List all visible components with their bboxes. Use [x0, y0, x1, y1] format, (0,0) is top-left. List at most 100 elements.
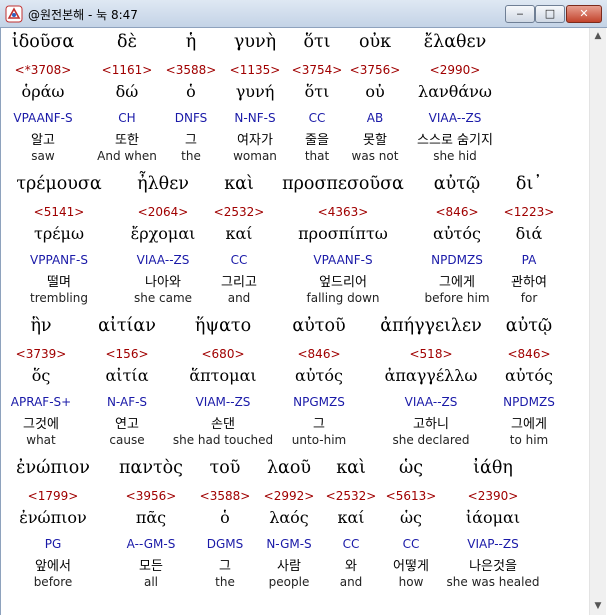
- strong-number[interactable]: <3739>: [16, 347, 67, 361]
- greek-word[interactable]: τρέμουσα: [16, 174, 101, 194]
- strong-number[interactable]: <2992>: [264, 489, 315, 503]
- strong-number[interactable]: <3588>: [200, 489, 251, 503]
- parsing-code: N-GM-S: [266, 537, 312, 551]
- korean-gloss: 그: [219, 559, 231, 574]
- parsing-code: NPDMZS: [431, 253, 483, 267]
- close-button[interactable]: ✕: [566, 5, 602, 23]
- english-gloss: to him: [509, 433, 549, 447]
- greek-word[interactable]: ἀπήγγειλεν: [380, 316, 481, 336]
- greek-word[interactable]: αὐτῷ: [434, 174, 480, 194]
- window-title: @원전본해 - 눅 8:47: [28, 8, 138, 22]
- lexical-form: τρέμω: [34, 224, 84, 243]
- greek-word[interactable]: ἐνώπιον: [16, 458, 90, 478]
- strong-number[interactable]: <1161>: [102, 63, 153, 77]
- strong-number[interactable]: <156>: [105, 347, 148, 361]
- strong-number[interactable]: <*3708>: [15, 63, 72, 77]
- greek-word[interactable]: ἦλθεν: [137, 174, 189, 194]
- greek-word[interactable]: ὅτι: [303, 32, 330, 52]
- greek-word[interactable]: ἰδοῦσα: [12, 32, 74, 52]
- parsing-code: VPAANF-S: [13, 111, 73, 125]
- parsing-code: VIAA--ZS: [404, 395, 458, 409]
- strong-number[interactable]: <846>: [507, 347, 550, 361]
- strong-number[interactable]: <846>: [297, 347, 340, 361]
- vertical-scrollbar[interactable]: ▲ ▼: [589, 28, 606, 615]
- greek-word[interactable]: αὐτῷ: [506, 316, 552, 336]
- strong-number[interactable]: <518>: [409, 347, 452, 361]
- lexical-form: πᾶς: [135, 508, 167, 527]
- strong-number[interactable]: <2990>: [430, 63, 481, 77]
- strong-number[interactable]: <2064>: [138, 205, 189, 219]
- korean-gloss: 관하여: [511, 275, 547, 290]
- english-gloss: people: [268, 575, 310, 589]
- lexical-form: καί: [225, 224, 253, 243]
- parsing-code: VIAA--ZS: [428, 111, 482, 125]
- strong-number[interactable]: <2532>: [326, 489, 377, 503]
- english-gloss: for: [520, 291, 538, 305]
- strong-number[interactable]: <846>: [435, 205, 478, 219]
- korean-gloss: 어떻게: [393, 559, 429, 574]
- korean-gloss: 앞에서: [35, 559, 71, 574]
- greek-word[interactable]: ἥψατο: [195, 316, 251, 336]
- app-icon: [5, 5, 23, 23]
- strong-number[interactable]: <3956>: [126, 489, 177, 503]
- korean-gloss: 고하니: [413, 417, 449, 432]
- korean-gloss: 나아와: [145, 275, 181, 290]
- strong-number[interactable]: <3588>: [166, 63, 217, 77]
- strong-number[interactable]: <680>: [201, 347, 244, 361]
- greek-word[interactable]: ἡ: [186, 32, 197, 52]
- scroll-up-arrow-icon[interactable]: ▲: [590, 28, 606, 45]
- english-gloss: and: [227, 291, 251, 305]
- greek-word[interactable]: ὡς: [399, 458, 423, 478]
- greek-word[interactable]: δὲ: [117, 32, 137, 52]
- greek-word[interactable]: καὶ: [336, 458, 366, 478]
- greek-word[interactable]: καὶ: [224, 174, 254, 194]
- greek-word[interactable]: οὐκ: [359, 32, 391, 52]
- greek-word[interactable]: παντὸς: [119, 458, 183, 478]
- lexical-form: ἐνώπιον: [19, 508, 87, 527]
- greek-word[interactable]: αἰτίαν: [98, 316, 156, 336]
- lexical-form: αὐτός: [433, 224, 481, 243]
- scroll-down-arrow-icon[interactable]: ▼: [590, 598, 606, 615]
- strong-number[interactable]: <5613>: [386, 489, 437, 503]
- interlinear-content: ἰδοῦσα <*3708> ὁράω VPAANF-S 알고 saw δὲ <1161> δώ…: [3, 28, 589, 615]
- strong-number[interactable]: <5141>: [34, 205, 85, 219]
- strong-number[interactable]: <3754>: [292, 63, 343, 77]
- parsing-code: N-AF-S: [106, 395, 148, 409]
- strong-number[interactable]: <4363>: [318, 205, 369, 219]
- english-gloss: was not: [351, 149, 399, 163]
- greek-word[interactable]: ἔλαθεν: [424, 32, 487, 52]
- greek-word[interactable]: προσπεσοῦσα: [282, 174, 404, 194]
- lexical-form: προσπίπτω: [298, 224, 388, 243]
- greek-word[interactable]: ἰάθη: [473, 458, 513, 478]
- parsing-code: NPGMZS: [293, 395, 345, 409]
- english-gloss: the: [181, 149, 201, 163]
- korean-gloss: 손댄: [211, 417, 235, 432]
- parsing-code: VPPANF-S: [30, 253, 88, 267]
- parsing-code: PA: [521, 253, 537, 267]
- lexical-form: γυνή: [235, 82, 275, 101]
- greek-word[interactable]: ἣν: [30, 316, 51, 336]
- strong-number[interactable]: <2390>: [468, 489, 519, 503]
- strong-number[interactable]: <1223>: [504, 205, 555, 219]
- strong-number[interactable]: <2532>: [214, 205, 265, 219]
- parsing-code: CH: [118, 111, 136, 125]
- greek-word[interactable]: γυνὴ: [234, 32, 276, 52]
- english-gloss: she had touched: [172, 433, 274, 447]
- lexical-form: ὡς: [399, 508, 423, 527]
- greek-word[interactable]: αὐτοῦ: [292, 316, 345, 336]
- lexical-form: λαός: [269, 508, 309, 527]
- korean-gloss: 그에게: [439, 275, 475, 290]
- strong-number[interactable]: <1135>: [230, 63, 281, 77]
- greek-word[interactable]: τοῦ: [210, 458, 241, 478]
- lexical-form: ὁ: [186, 82, 196, 101]
- strong-number[interactable]: <1799>: [28, 489, 79, 503]
- strong-number[interactable]: <3756>: [350, 63, 401, 77]
- parsing-code: VPAANF-S: [313, 253, 373, 267]
- greek-word[interactable]: λαοῦ: [267, 458, 311, 478]
- minimize-button[interactable]: ‒: [505, 5, 535, 23]
- korean-gloss: 그: [185, 133, 197, 148]
- korean-gloss: 그: [313, 417, 325, 432]
- parsing-code: CC: [342, 537, 360, 551]
- maximize-button[interactable]: □: [535, 5, 565, 23]
- greek-word[interactable]: δι᾽: [516, 174, 542, 194]
